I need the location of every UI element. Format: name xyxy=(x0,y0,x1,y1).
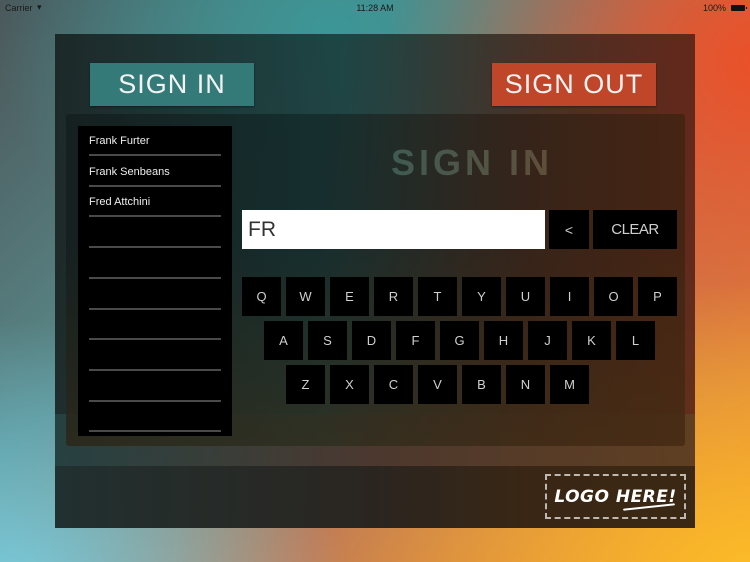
key-h[interactable]: H xyxy=(484,321,523,360)
key-r[interactable]: R xyxy=(374,277,413,316)
name-list-item[interactable] xyxy=(89,310,221,341)
name-list-item[interactable] xyxy=(89,402,221,433)
key-v[interactable]: V xyxy=(418,365,457,404)
key-a[interactable]: A xyxy=(264,321,303,360)
name-list-item[interactable]: Frank Furter xyxy=(89,126,221,156)
clock: 11:28 AM xyxy=(356,3,394,13)
key-p[interactable]: P xyxy=(638,277,677,316)
page-title: SIGN IN xyxy=(242,142,702,184)
logo-text: LOGO HERE! xyxy=(554,486,677,507)
logo-placeholder: LOGO HERE! xyxy=(545,474,686,519)
key-z[interactable]: Z xyxy=(286,365,325,404)
key-e[interactable]: E xyxy=(330,277,369,316)
sign-out-button[interactable]: SIGN OUT xyxy=(492,63,656,106)
key-y[interactable]: Y xyxy=(462,277,501,316)
name-list-item[interactable]: Frank Senbeans xyxy=(89,157,221,187)
key-x[interactable]: X xyxy=(330,365,369,404)
name-list-item[interactable]: Fred Attchini xyxy=(89,187,221,218)
sign-in-button[interactable]: SIGN IN xyxy=(90,63,254,106)
key-t[interactable]: T xyxy=(418,277,457,316)
name-list-item[interactable] xyxy=(89,249,221,279)
name-list-item[interactable] xyxy=(89,341,221,371)
key-l[interactable]: L xyxy=(616,321,655,360)
key-d[interactable]: D xyxy=(352,321,391,360)
key-u[interactable]: U xyxy=(506,277,545,316)
key-k[interactable]: K xyxy=(572,321,611,360)
key-j[interactable]: J xyxy=(528,321,567,360)
name-list-item[interactable] xyxy=(89,280,221,310)
key-q[interactable]: Q xyxy=(242,277,281,316)
key-o[interactable]: O xyxy=(594,277,633,316)
battery-icon xyxy=(731,5,747,11)
clear-button[interactable]: CLEAR xyxy=(593,210,677,249)
key-g[interactable]: G xyxy=(440,321,479,360)
name-list[interactable]: Frank Furter Frank Senbeans Fred Attchini xyxy=(78,126,232,436)
status-bar: Carrier ▾ 11:28 AM 100% xyxy=(0,0,750,17)
key-m[interactable]: M xyxy=(550,365,589,404)
key-n[interactable]: N xyxy=(506,365,545,404)
name-list-item[interactable] xyxy=(89,218,221,249)
backspace-button[interactable]: < xyxy=(549,210,589,249)
key-f[interactable]: F xyxy=(396,321,435,360)
key-c[interactable]: C xyxy=(374,365,413,404)
battery-percentage: 100% xyxy=(702,3,726,13)
key-w[interactable]: W xyxy=(286,277,325,316)
name-search-input[interactable] xyxy=(242,210,545,249)
key-i[interactable]: I xyxy=(550,277,589,316)
name-list-item[interactable] xyxy=(89,372,221,402)
key-s[interactable]: S xyxy=(308,321,347,360)
key-b[interactable]: B xyxy=(462,365,501,404)
